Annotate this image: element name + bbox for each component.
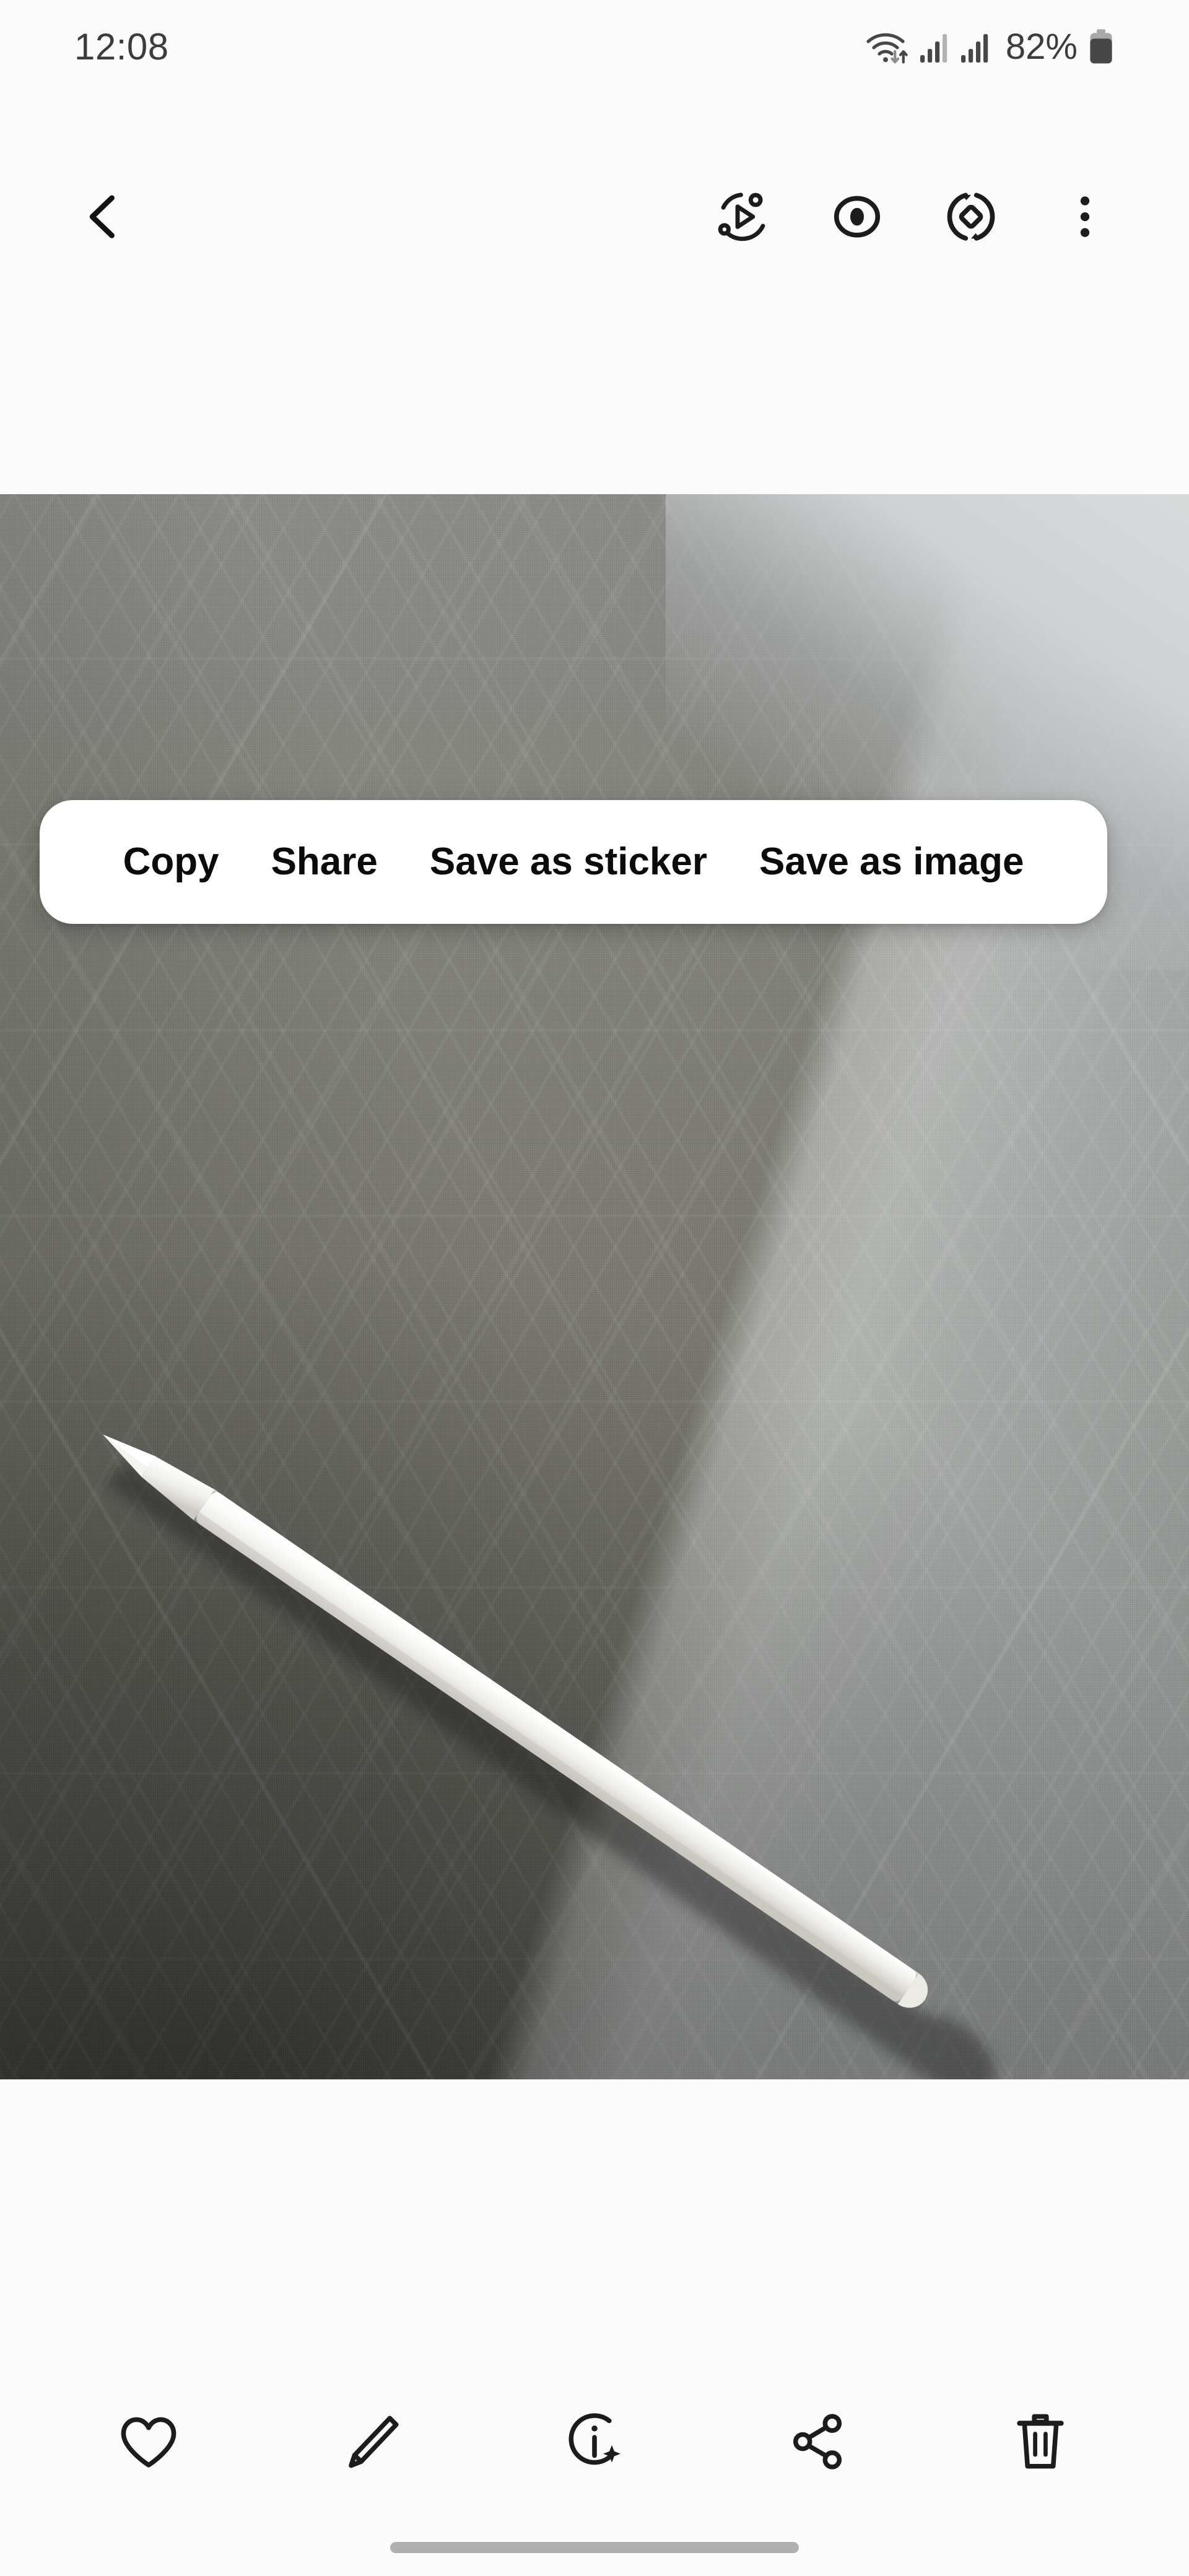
info-ai-icon[interactable] [551,2398,638,2485]
gesture-handle[interactable] [390,2542,799,2553]
top-toolbar-actions [712,186,1116,248]
status-time: 12:08 [74,25,169,67]
motion-photo-icon[interactable] [712,186,774,248]
visual-search-icon[interactable] [826,186,888,248]
photo-viewer[interactable]: Pencil [0,494,1189,2079]
popup-copy-button[interactable]: Copy [82,843,245,881]
thumbnail-filmstrip[interactable] [0,2079,1189,2364]
popup-save-as-image-button[interactable]: Save as image [733,843,1065,881]
status-indicators: 82% [866,26,1115,67]
wifi-data-icon [866,27,910,66]
signal-bars-sim2-icon [960,29,992,64]
share-icon[interactable] [774,2398,861,2485]
popup-share-button[interactable]: Share [245,843,404,881]
favorite-icon[interactable] [105,2398,192,2485]
battery-icon [1087,28,1115,64]
selection-action-popup: Copy Share Save as sticker Save as image [40,800,1107,924]
popup-save-as-sticker-button[interactable]: Save as sticker [404,843,733,881]
battery-percent-label: 82% [1005,26,1078,67]
photo-shadow-overlay [0,494,1189,2079]
top-toolbar-left [73,186,135,248]
photo-remaster-icon[interactable] [940,186,1002,248]
signal-bars-sim1-icon [919,29,951,64]
status-bar: 12:08 82% [0,0,1189,93]
gallery-viewer-screen: 12:08 82% Copy Share Save as sticker Sav… [0,0,1189,2576]
more-options-icon[interactable] [1054,186,1116,248]
top-toolbar [0,167,1189,310]
photo-image [0,494,1189,2079]
back-chevron-icon[interactable] [73,186,135,248]
navigation-bar [0,2519,1189,2576]
bottom-action-bar [0,2364,1189,2519]
delete-trash-icon[interactable] [997,2398,1084,2485]
edit-pencil-icon[interactable] [328,2398,415,2485]
